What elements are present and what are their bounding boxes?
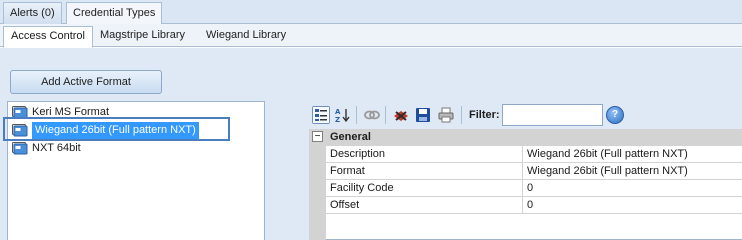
svg-text:Z: Z [335,116,340,124]
property-name: Offset [330,199,360,211]
collapse-toggle-icon[interactable]: − [312,131,323,142]
property-value[interactable]: 0 [527,199,533,211]
column-divider [522,180,523,197]
property-name: Facility Code [330,182,394,194]
property-name: Description [330,148,386,160]
selection-focus-frame [3,117,230,141]
property-row-description[interactable]: Description Wiegand 26bit (Full pattern … [326,146,742,163]
save-icon[interactable] [414,106,432,124]
property-grid-gutter [309,146,326,240]
property-row-format[interactable]: Format Wiegand 26bit (Full pattern NXT) [326,163,742,180]
link-icon[interactable] [363,106,381,124]
filter-input[interactable] [502,104,603,126]
toolbar-separator [461,106,462,124]
property-group-label: General [330,131,371,143]
column-divider [522,163,523,180]
svg-text:A: A [335,108,341,116]
card-format-icon [12,142,28,155]
list-item-label: NXT 64bit [32,142,81,154]
property-name: Format [330,165,365,177]
tab-wiegand-library[interactable]: Wiegand Library [199,26,293,47]
help-icon[interactable]: ? [606,106,624,124]
column-divider [522,146,523,163]
property-group-header[interactable] [309,129,742,146]
toolbar-separator [356,106,357,124]
add-active-format-button[interactable]: Add Active Format [10,70,162,94]
property-value[interactable]: Wiegand 26bit (Full pattern NXT) [527,165,688,177]
tab-magstripe-library[interactable]: Magstripe Library [93,26,192,47]
property-value[interactable]: Wiegand 26bit (Full pattern NXT) [527,148,688,160]
filter-label: Filter: [469,109,500,121]
print-icon[interactable] [437,106,455,124]
property-row-facility-code[interactable]: Facility Code 0 [326,180,742,197]
categorized-icon[interactable] [312,106,330,124]
toolbar-separator [385,106,386,124]
tab-access-control[interactable]: Access Control [3,26,93,48]
delete-icon[interactable] [392,106,410,124]
property-value[interactable]: 0 [527,182,533,194]
column-divider [522,197,523,214]
sort-alphabetical-icon[interactable]: A Z [334,106,352,124]
property-row-offset[interactable]: Offset 0 [326,197,742,214]
tab-credential-types[interactable]: Credential Types [66,2,163,25]
tab-alerts[interactable]: Alerts (0) [3,2,62,24]
